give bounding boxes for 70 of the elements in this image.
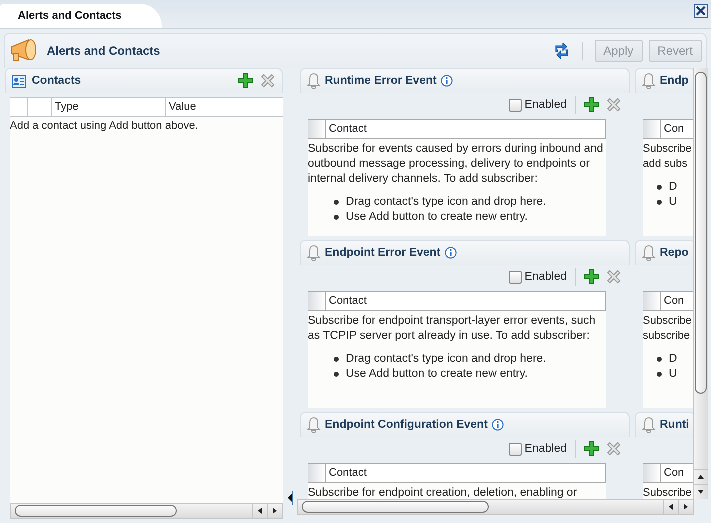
instruction-item: D [669, 352, 678, 367]
column-header: Con [663, 294, 684, 309]
bell-icon [307, 73, 321, 89]
instruction-item: Use Add button to create new entry. [346, 210, 528, 225]
column-header: Contact [328, 466, 367, 481]
description-text: Subscribe [643, 486, 693, 499]
card-title: Endpoint Error Event [325, 247, 441, 259]
column-header: Value [168, 100, 198, 115]
scroll-left-icon[interactable] [667, 503, 675, 511]
vertical-scrollbar[interactable] [693, 68, 708, 499]
bullet-icon [657, 357, 662, 362]
card-title: Repo [660, 247, 689, 259]
bullet-icon [657, 372, 662, 377]
splitter-handle-icon[interactable] [287, 491, 293, 505]
info-icon[interactable] [440, 75, 453, 87]
bell-icon [642, 417, 656, 433]
column-header: Contact [328, 122, 367, 137]
bullet-icon [657, 200, 662, 205]
close-button[interactable] [694, 4, 708, 18]
instruction-item: Drag contact's type icon and drop here. [346, 195, 546, 210]
instruction-item: D [669, 180, 678, 195]
description-text: Subscribe subscribe [643, 314, 693, 344]
column-header: Con [663, 122, 684, 137]
scroll-up-icon[interactable] [697, 473, 705, 481]
enabled-checkbox[interactable]: Enabled [508, 98, 567, 112]
scroll-right-icon[interactable] [271, 507, 279, 515]
delete-icon[interactable] [260, 73, 276, 89]
add-icon[interactable] [238, 73, 254, 89]
add-icon[interactable] [584, 441, 600, 457]
instruction-item: Use Add button to create new entry. [346, 367, 528, 382]
bullet-icon [334, 357, 339, 362]
horizontal-scrollbar[interactable] [297, 499, 694, 515]
instruction-item: U [669, 367, 678, 382]
description-text: Subscribe for events caused by errors during inbound and outbound message processing, delivery to endpoints or internal delivery channels. To add subscriber: [308, 142, 604, 187]
scroll-right-icon[interactable] [682, 503, 690, 511]
bullet-icon [334, 372, 339, 377]
card-title: Endpoint Configuration Event [325, 419, 488, 431]
scroll-down-icon[interactable] [697, 488, 705, 496]
add-icon[interactable] [584, 97, 600, 113]
enabled-checkbox[interactable]: Enabled [508, 270, 567, 284]
description-text: Subscribe for endpoint creation, deletion, enabling or [308, 486, 578, 499]
add-icon[interactable] [584, 269, 600, 285]
contact-card-icon [12, 74, 26, 88]
info-icon[interactable] [492, 419, 504, 431]
scroll-left-icon[interactable] [256, 507, 264, 515]
card-title: Runti [660, 419, 690, 431]
info-icon[interactable] [444, 247, 457, 259]
enabled-checkbox[interactable]: Enabled [508, 442, 567, 456]
bullet-icon [334, 200, 339, 205]
page-tab[interactable]: Alerts and Contacts [0, 4, 162, 28]
horizontal-scrollbar[interactable] [10, 503, 283, 519]
empty-message: Add a contact using Add button above. [10, 119, 200, 134]
bell-icon [642, 73, 656, 89]
column-header: Type [52, 98, 166, 116]
card-title: Endp [660, 75, 689, 87]
bell-icon [642, 245, 656, 261]
bell-icon [307, 417, 321, 433]
bullet-icon [657, 185, 662, 190]
refresh-icon[interactable] [554, 43, 570, 59]
page-title: Alerts and Contacts [47, 44, 162, 58]
bell-icon [307, 245, 321, 261]
column-header: Con [663, 466, 684, 481]
bullet-icon [334, 215, 339, 220]
description-text: Subscribe for endpoint transport-layer error events, such as TCPIP server port already in use. To add subscriber: [308, 314, 597, 344]
instruction-item: Drag contact's type icon and drop here. [346, 352, 546, 367]
card-title: Runtime Error Event [325, 75, 437, 87]
description-text: Subscribe add subs [643, 142, 693, 172]
instruction-item: U [669, 195, 678, 210]
panel-title: Contacts [32, 75, 82, 87]
column-header: Contact [328, 294, 367, 309]
